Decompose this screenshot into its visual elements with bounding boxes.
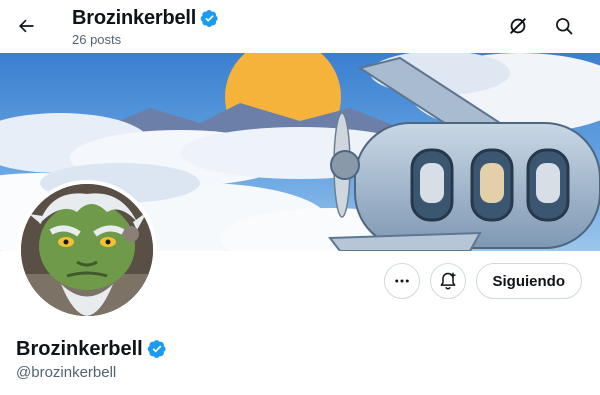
bell-plus-icon bbox=[440, 272, 455, 290]
avatar[interactable] bbox=[17, 180, 157, 320]
page-title: Brozinkerbell bbox=[72, 7, 197, 29]
avatar-image bbox=[21, 184, 153, 316]
verified-badge-icon bbox=[147, 340, 166, 358]
search-icon bbox=[556, 18, 573, 35]
grok-icon bbox=[509, 17, 527, 35]
search-button[interactable] bbox=[550, 12, 578, 40]
arrow-left-icon bbox=[18, 19, 34, 33]
posts-count: 26 posts bbox=[72, 32, 122, 47]
grok-button[interactable] bbox=[504, 12, 532, 40]
profile-name-group: Brozinkerbell bbox=[16, 337, 167, 361]
more-icon bbox=[394, 279, 409, 283]
profile-display-name: Brozinkerbell bbox=[16, 338, 143, 360]
header-title-group: Brozinkerbell 26 posts bbox=[72, 5, 219, 48]
verified-badge-icon bbox=[200, 9, 218, 27]
notifications-button[interactable] bbox=[429, 263, 466, 299]
following-button[interactable]: Siguiendo bbox=[475, 263, 582, 299]
more-button[interactable] bbox=[383, 263, 420, 299]
back-button[interactable] bbox=[10, 10, 42, 42]
profile-actions: Siguiendo bbox=[383, 263, 582, 299]
profile-handle: @brozinkerbell bbox=[16, 364, 117, 381]
top-bar: Brozinkerbell 26 posts bbox=[0, 0, 600, 53]
